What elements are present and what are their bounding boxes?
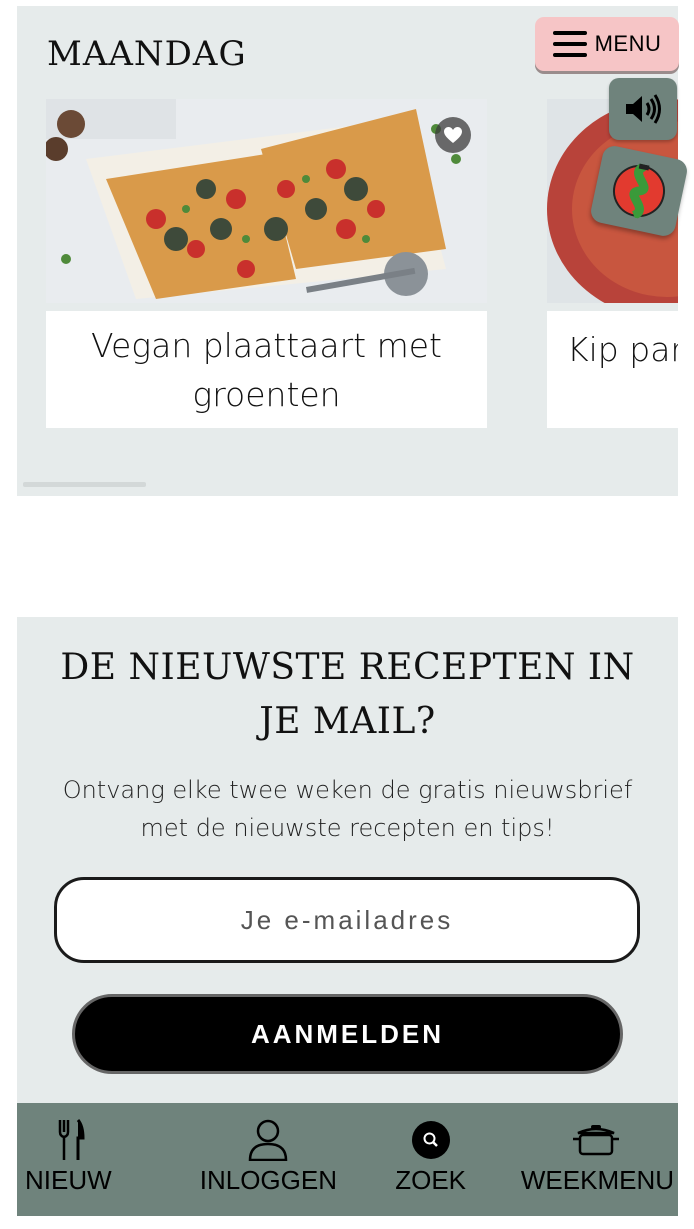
weekmenu-day-section: MAANDAG Vegan plaattaart met groenten Ki…: [17, 6, 678, 496]
nav-item-weekmenu[interactable]: WEEKMENU: [512, 1103, 678, 1216]
bottom-nav: NIEUW INLOGGEN ZOEK WEEKMENU: [17, 1103, 678, 1216]
recipe-title[interactable]: Vegan plaattaart met groenten: [46, 311, 487, 428]
subscribe-button[interactable]: AANMELDEN: [72, 994, 623, 1074]
menu-button[interactable]: MENU: [535, 17, 679, 71]
speaker-icon: [626, 94, 661, 124]
brand-logo-icon: [612, 162, 665, 220]
recipe-image[interactable]: [46, 99, 487, 303]
nav-item-nieuw[interactable]: NIEUW: [17, 1103, 187, 1216]
user-icon: [248, 1117, 288, 1163]
newsletter-description: Ontvang elke twee weken de gratis nieuws…: [62, 776, 633, 842]
pot-icon: [572, 1117, 620, 1163]
sound-button[interactable]: [609, 78, 677, 140]
nav-item-zoek[interactable]: ZOEK: [350, 1103, 512, 1216]
recipe-title[interactable]: Kip par: [547, 311, 678, 428]
fork-knife-icon: [57, 1117, 85, 1163]
nav-label: INLOGGEN: [199, 1165, 337, 1195]
newsletter-section: DE NIEUWSTE RECEPTEN IN JE MAIL? Ontvang…: [17, 617, 678, 1105]
recipe-card[interactable]: Vegan plaattaart met groenten: [46, 99, 487, 428]
heart-icon: [444, 127, 462, 143]
nav-item-inloggen[interactable]: INLOGGEN: [187, 1103, 349, 1216]
nav-label: ZOEK: [395, 1165, 467, 1195]
nav-label: NIEUW: [25, 1165, 112, 1195]
day-title: MAANDAG: [47, 34, 247, 74]
email-field[interactable]: [54, 877, 640, 963]
newsletter-title: DE NIEUWSTE RECEPTEN IN JE MAIL?: [60, 647, 635, 742]
hamburger-icon: [552, 31, 587, 57]
nav-label: WEEKMENU: [520, 1165, 674, 1195]
favorite-button[interactable]: [435, 117, 471, 153]
menu-label: MENU: [594, 31, 662, 56]
carousel-scrollbar[interactable]: [23, 482, 146, 487]
search-icon: [411, 1117, 451, 1163]
